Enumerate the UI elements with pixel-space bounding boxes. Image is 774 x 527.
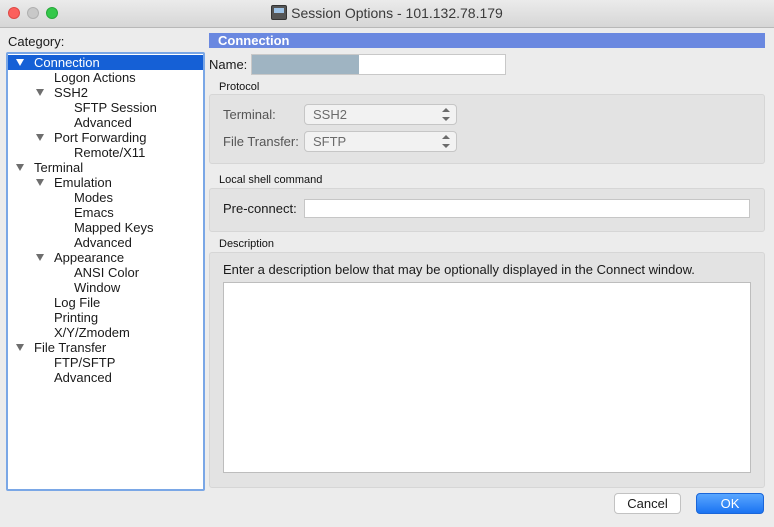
tree-item-label: Window — [74, 280, 121, 295]
tree-item-advanced[interactable]: Advanced — [8, 235, 203, 250]
tree-item-x-y-zmodem[interactable]: X/Y/Zmodem — [8, 325, 203, 340]
tree-item-label: X/Y/Zmodem — [54, 325, 130, 340]
tree-item-ftp-sftp[interactable]: FTP/SFTP — [8, 355, 203, 370]
tree-item-label: Connection — [34, 55, 100, 70]
tree-item-label: Emulation — [54, 175, 112, 190]
ok-button[interactable]: OK — [696, 493, 764, 514]
tree-item-label: Modes — [74, 190, 114, 205]
tree-item-modes[interactable]: Modes — [8, 190, 203, 205]
tree-item-label: Port Forwarding — [54, 130, 147, 145]
app-icon — [271, 5, 288, 20]
tree-item-label: Remote/X11 — [74, 145, 146, 160]
name-field[interactable] — [251, 54, 506, 75]
chevron-up-down-icon — [442, 135, 450, 148]
chevron-up-down-icon — [442, 108, 450, 121]
tree-item-appearance[interactable]: Appearance — [8, 250, 203, 265]
tree-item-connection[interactable]: Connection — [8, 55, 203, 70]
tree-item-advanced[interactable]: Advanced — [8, 115, 203, 130]
description-help-text: Enter a description below that may be op… — [223, 262, 695, 277]
tree-item-printing[interactable]: Printing — [8, 310, 203, 325]
disclosure-triangle-icon[interactable] — [36, 134, 44, 141]
tree-item-label: Log File — [54, 295, 101, 310]
tree-item-label: Appearance — [54, 250, 125, 265]
disclosure-triangle-icon[interactable] — [16, 344, 24, 351]
window-title-container: Session Options - 101.132.78.179 — [0, 5, 774, 21]
disclosure-triangle-icon[interactable] — [36, 254, 44, 261]
tree-item-ansi-color[interactable]: ANSI Color — [8, 265, 203, 280]
category-label: Category: — [8, 34, 65, 49]
terminal-select[interactable]: SSH2 — [304, 104, 457, 125]
tree-item-label: SSH2 — [54, 85, 88, 100]
tree-item-emacs[interactable]: Emacs — [8, 205, 203, 220]
file-transfer-select[interactable]: SFTP — [304, 131, 457, 152]
tree-item-log-file[interactable]: Log File — [8, 295, 203, 310]
redacted-name-value — [252, 55, 359, 74]
description-textarea[interactable] — [223, 282, 751, 473]
tree-item-label: Logon Actions — [54, 70, 136, 85]
file-transfer-label: File Transfer: — [223, 134, 299, 149]
tree-item-label: File Transfer — [34, 340, 107, 355]
preconnect-input[interactable] — [304, 199, 750, 218]
tree-item-remote-x11[interactable]: Remote/X11 — [8, 145, 203, 160]
protocol-group — [209, 94, 765, 164]
category-tree[interactable]: Connection Logon Actions SSH2 SFTP Session A… — [6, 52, 205, 491]
name-label: Name: — [209, 57, 248, 72]
tree-item-emulation[interactable]: Emulation — [8, 175, 203, 190]
tree-item-terminal[interactable]: Terminal — [8, 160, 203, 175]
file-transfer-select-value: SFTP — [313, 134, 347, 149]
disclosure-triangle-icon[interactable] — [36, 179, 44, 186]
local-shell-group-title: Local shell command — [219, 174, 323, 186]
cancel-button[interactable]: Cancel — [614, 493, 681, 514]
tree-item-label: Mapped Keys — [74, 220, 154, 235]
protocol-group-title: Protocol — [219, 81, 260, 93]
description-group-title: Description — [219, 238, 275, 250]
terminal-select-value: SSH2 — [313, 107, 347, 122]
title-bar: Session Options - 101.132.78.179 — [0, 0, 774, 28]
window-title: Session Options - 101.132.78.179 — [291, 5, 503, 21]
tree-item-sftp-session[interactable]: SFTP Session — [8, 100, 203, 115]
disclosure-triangle-icon[interactable] — [16, 59, 24, 66]
tree-item-ssh2[interactable]: SSH2 — [8, 85, 203, 100]
tree-item-mapped-keys[interactable]: Mapped Keys — [8, 220, 203, 235]
tree-item-label: Advanced — [74, 235, 132, 250]
disclosure-triangle-icon[interactable] — [36, 89, 44, 96]
section-header: Connection — [209, 33, 765, 48]
tree-item-label: Emacs — [74, 205, 114, 220]
tree-item-label: Terminal — [34, 160, 84, 175]
tree-item-label: FTP/SFTP — [54, 355, 116, 370]
tree-item-label: Advanced — [74, 115, 132, 130]
tree-item-file-transfer[interactable]: File Transfer — [8, 340, 203, 355]
tree-item-label: Advanced — [54, 370, 112, 385]
tree-item-label: ANSI Color — [74, 265, 140, 280]
tree-item-label: Printing — [54, 310, 99, 325]
tree-item-logon-actions[interactable]: Logon Actions — [8, 70, 203, 85]
preconnect-label: Pre-connect: — [223, 201, 297, 216]
tree-item-advanced[interactable]: Advanced — [8, 370, 203, 385]
tree-item-port-forwarding[interactable]: Port Forwarding — [8, 130, 203, 145]
tree-item-label: SFTP Session — [74, 100, 157, 115]
disclosure-triangle-icon[interactable] — [16, 164, 24, 171]
terminal-label: Terminal: — [223, 107, 276, 122]
tree-item-window[interactable]: Window — [8, 280, 203, 295]
